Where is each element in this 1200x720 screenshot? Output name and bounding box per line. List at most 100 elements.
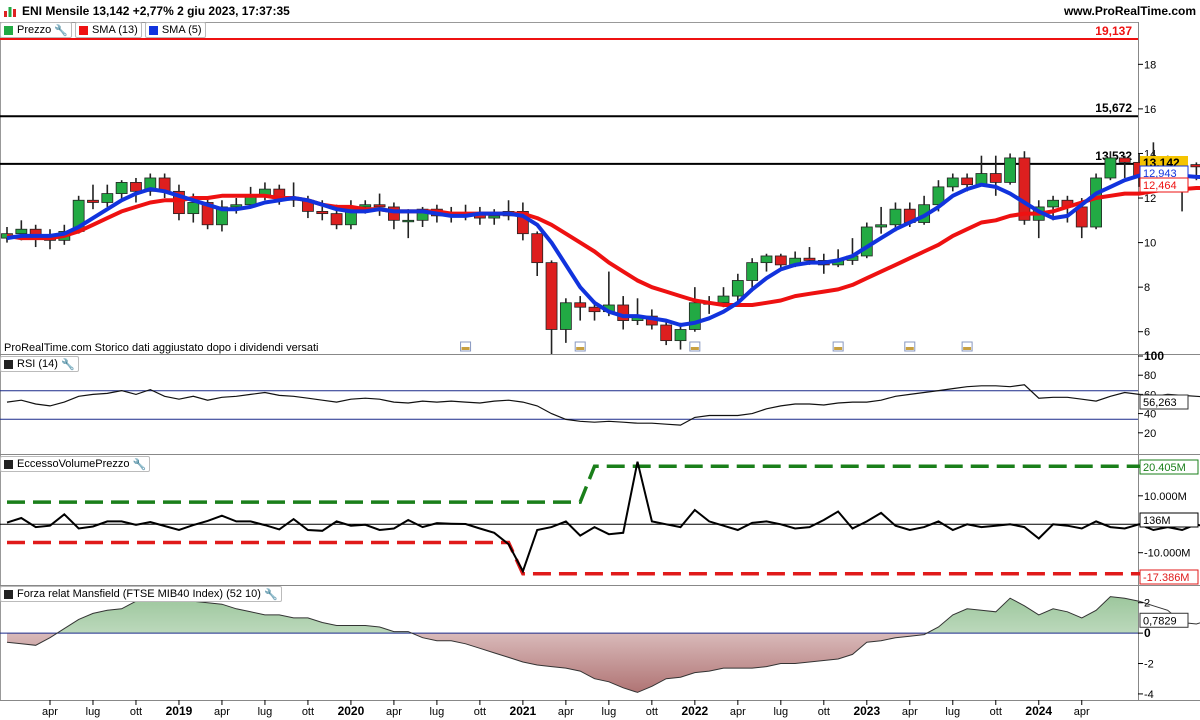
last-value-box xyxy=(1139,459,1199,475)
eccesso-last-value: 136M xyxy=(1143,515,1171,527)
candle-body xyxy=(359,204,372,208)
candle-body xyxy=(287,197,300,201)
candle-body xyxy=(402,219,415,223)
x-axis-label: lug xyxy=(773,706,788,718)
candle-body xyxy=(273,188,286,199)
last-value-box xyxy=(1139,612,1189,628)
legend-rsi[interactable]: RSI (14) 🔧 xyxy=(0,356,79,372)
candle-body xyxy=(760,255,773,264)
eccesso-y-tick: -10.000M xyxy=(1144,548,1190,560)
candle-body xyxy=(330,213,343,226)
last-value-box xyxy=(1139,394,1189,410)
candle-body xyxy=(545,262,558,330)
wrench-icon[interactable]: 🔧 xyxy=(54,24,68,37)
dividend-icon xyxy=(689,341,701,352)
candle-body xyxy=(230,204,243,208)
wrench-icon[interactable]: 🔧 xyxy=(133,458,147,471)
level-label: 13,532 xyxy=(1095,149,1132,163)
wrench-icon[interactable]: 🔧 xyxy=(61,358,75,371)
candle-body xyxy=(473,213,486,219)
candle-body xyxy=(244,195,257,206)
x-axis-label: ott xyxy=(818,706,830,718)
x-axis-label: ott xyxy=(130,706,142,718)
candle-body xyxy=(703,302,716,305)
candle-body xyxy=(1161,157,1174,181)
candle-body xyxy=(1032,206,1045,221)
candle-body xyxy=(817,260,830,266)
x-axis-label: lug xyxy=(258,706,273,718)
legend-swatch xyxy=(4,589,13,599)
wrench-icon[interactable]: 🔧 xyxy=(264,588,278,601)
candle-body xyxy=(1176,164,1188,181)
x-axis-label: apr xyxy=(902,706,918,718)
candle-body xyxy=(115,182,128,194)
legend-mansfield[interactable]: Forza relat Mansfield (FTSE MIB40 Index)… xyxy=(0,586,282,602)
candle-body xyxy=(488,215,501,219)
dividend-icon-coin xyxy=(576,347,585,350)
x-axis-label: 2022 xyxy=(681,704,708,718)
candle-body xyxy=(1,233,13,239)
candle-body xyxy=(373,204,386,208)
last-value-box xyxy=(1139,177,1189,193)
eccesso-y-tick: 10.000M xyxy=(1144,491,1187,503)
dividend-icon-coin xyxy=(461,347,470,350)
candle-body xyxy=(789,257,802,266)
x-axis-label: lug xyxy=(86,706,101,718)
candle-body xyxy=(774,255,787,266)
rsi-line xyxy=(6,384,1200,426)
candle-body xyxy=(1004,157,1016,183)
chart-canvas[interactable]: 6 8 10 12 14 16 18 19,137 15,672 13,532 ProRealTim… xyxy=(0,0,1200,720)
x-axis-label: ott xyxy=(646,706,658,718)
x-axis-label: 2021 xyxy=(510,704,537,718)
chart-header: ENI Mensile 13,142 +2,77% 2 giu 2023, 17… xyxy=(0,0,1200,22)
dividend-icon xyxy=(961,341,973,352)
candle-body xyxy=(87,199,99,203)
site-url[interactable]: www.ProRealTime.com xyxy=(1064,4,1196,18)
candle-body xyxy=(345,206,357,226)
candle-body xyxy=(559,302,572,330)
upper-threshold-line xyxy=(7,464,1183,504)
last-value-box xyxy=(1139,512,1199,528)
rsi-y-tick: 20 xyxy=(1144,428,1156,440)
candle-body xyxy=(717,295,730,304)
candle-body xyxy=(803,257,816,261)
legend-sma5[interactable]: SMA (5) xyxy=(144,22,206,38)
x-axis-label: apr xyxy=(558,706,574,718)
rsi-y-tick: 40 xyxy=(1144,409,1156,421)
candle-body xyxy=(674,329,687,342)
x-axis-label: lug xyxy=(945,706,960,718)
legend-swatch xyxy=(4,459,13,469)
adjustment-notice: ProRealTime.com Storico dati aggiustato … xyxy=(4,342,318,354)
x-axis-label: 2019 xyxy=(166,704,193,718)
legend-sma13[interactable]: SMA (13) xyxy=(74,22,142,38)
rsi-y-tick: 80 xyxy=(1144,370,1156,382)
candle-body xyxy=(645,315,658,326)
eccesso-last-value: -17.386M xyxy=(1143,572,1189,584)
legend-prezzo[interactable]: Prezzo 🔧 xyxy=(0,22,72,38)
candle-body xyxy=(1018,157,1031,221)
dividend-icon-coin xyxy=(834,347,843,350)
candle-body xyxy=(416,208,429,221)
candle-body xyxy=(130,182,142,192)
eccesso-line xyxy=(6,461,1200,574)
candle-body xyxy=(989,173,1002,183)
dividend-icon xyxy=(904,341,916,352)
candle-body xyxy=(574,302,587,308)
candle-body xyxy=(58,231,71,241)
eccesso-last-value: 20.405M xyxy=(1143,462,1186,474)
candle-body xyxy=(201,202,214,226)
candle-body xyxy=(875,224,888,228)
candle-body xyxy=(29,228,42,237)
price-y-tick: 8 xyxy=(1144,282,1150,294)
candle-body xyxy=(631,315,644,321)
legend-eccesso[interactable]: EccessoVolumePrezzo 🔧 xyxy=(0,456,151,472)
candle-body xyxy=(1133,161,1145,177)
candle-body xyxy=(101,193,114,203)
mansfield-y-tick: 0 xyxy=(1144,626,1151,640)
price-y-tick: 6 xyxy=(1144,327,1150,339)
dividend-icon xyxy=(832,341,844,352)
candle-body xyxy=(158,177,171,192)
candle-body xyxy=(889,208,902,226)
price-y-tick: 14 xyxy=(1144,148,1156,160)
x-axis-label: ott xyxy=(990,706,1002,718)
